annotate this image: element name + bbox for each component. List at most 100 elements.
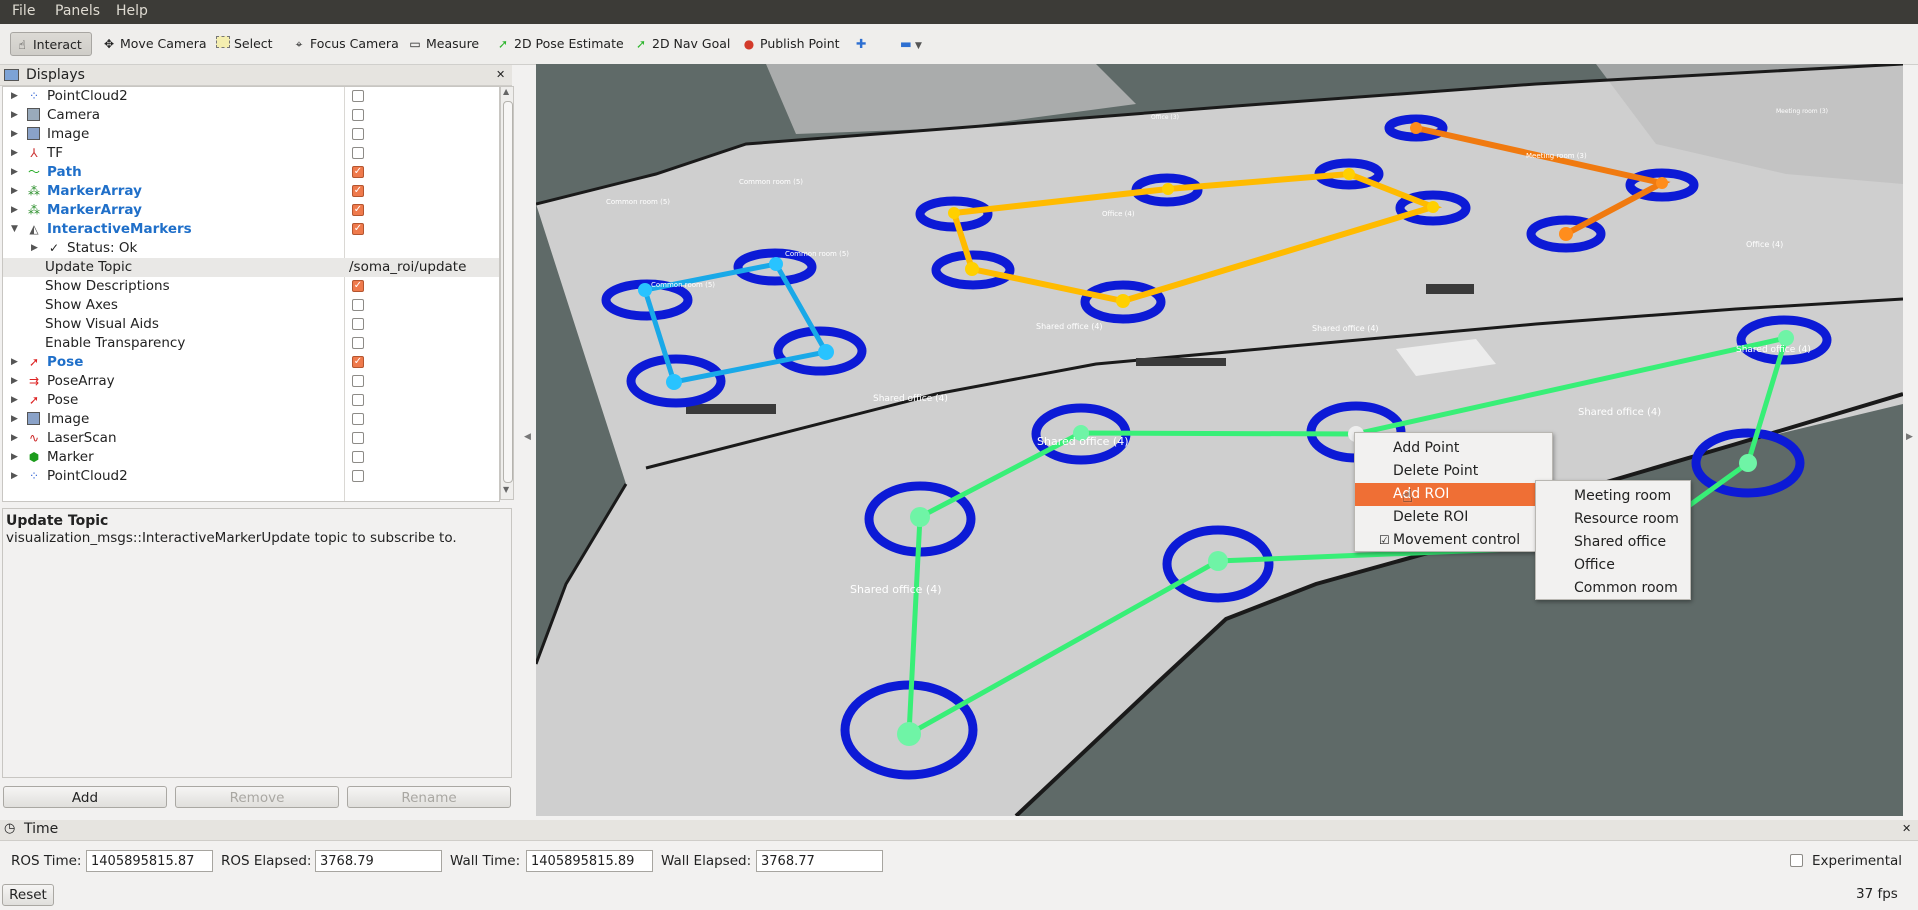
expand-arrow-icon[interactable]: ▶: [11, 410, 19, 429]
expand-arrow-icon[interactable]: ▶: [11, 163, 19, 182]
expand-arrow-icon[interactable]: ▶: [11, 372, 19, 391]
displays-scrollbar[interactable]: ▲ ▼: [500, 86, 514, 500]
focus-camera-tool-button[interactable]: ⌖ Focus Camera: [288, 32, 403, 56]
map-label: Shared office (4): [873, 394, 948, 404]
display-row-image[interactable]: ▶ Image: [3, 125, 499, 144]
submenu-item-meeting-room[interactable]: Meeting room: [1536, 485, 1690, 508]
node: [897, 722, 921, 746]
expand-arrow-icon[interactable]: ▶: [11, 106, 19, 125]
menu-item-add-roi[interactable]: Add ROI ▶: [1355, 483, 1552, 506]
interact-tool-button[interactable]: ☝ Interact: [10, 32, 92, 56]
enable-transparency-checkbox[interactable]: [352, 337, 364, 349]
menu-help[interactable]: Help: [116, 3, 148, 19]
submenu-item-office[interactable]: Office: [1536, 554, 1690, 577]
enable-checkbox[interactable]: [352, 394, 364, 406]
menu-item-movement-control[interactable]: ☑ Movement control: [1355, 529, 1552, 552]
enable-checkbox[interactable]: [352, 470, 364, 482]
expand-arrow-icon[interactable]: ▶: [11, 448, 19, 467]
scrollbar-thumb[interactable]: [503, 101, 513, 483]
enable-checkbox[interactable]: [352, 451, 364, 463]
right-collapse-handle[interactable]: ▶: [1906, 432, 1913, 442]
close-icon[interactable]: ✕: [1902, 822, 1911, 835]
property-row-show-axes[interactable]: Show Axes: [3, 296, 499, 315]
wall-time-field[interactable]: 1405895815.89: [526, 850, 653, 872]
display-row-markerarray[interactable]: ▶ ⁂ MarkerArray ✓: [3, 201, 499, 220]
3d-viewport[interactable]: Shared office (4) Shared office (4) Shar…: [536, 64, 1903, 816]
enable-checkbox[interactable]: [352, 375, 364, 387]
remove-display-button[interactable]: Remove: [175, 786, 339, 808]
menu-item-add-point[interactable]: Add Point: [1355, 437, 1552, 460]
enable-checkbox[interactable]: ✓: [352, 185, 364, 197]
show-visual-aids-checkbox[interactable]: [352, 318, 364, 330]
menu-item-delete-roi[interactable]: Delete ROI: [1355, 506, 1552, 529]
collapse-arrow-icon[interactable]: ▼: [11, 220, 19, 239]
publish-point-tool-button[interactable]: ● Publish Point: [738, 32, 844, 56]
property-row-update-topic[interactable]: Update Topic /soma_roi/update: [3, 258, 499, 277]
add-display-button[interactable]: Add: [3, 786, 167, 808]
expand-arrow-icon[interactable]: ▶: [11, 201, 19, 220]
property-row-enable-transparency[interactable]: Enable Transparency: [3, 334, 499, 353]
display-row-posearray[interactable]: ▶ ⇉ PoseArray: [3, 372, 499, 391]
wall-elapsed-field[interactable]: 3768.77: [756, 850, 883, 872]
enable-checkbox[interactable]: [352, 109, 364, 121]
display-row-status[interactable]: ▶ ✓ Status: Ok: [3, 239, 499, 258]
enable-checkbox[interactable]: ✓: [352, 223, 364, 235]
menu-item-delete-point[interactable]: Delete Point: [1355, 460, 1552, 483]
remove-tool-dropdown[interactable]: ▬ ▼: [896, 32, 926, 56]
property-row-show-visual-aids[interactable]: Show Visual Aids: [3, 315, 499, 334]
ros-elapsed-field[interactable]: 3768.79: [315, 850, 442, 872]
display-row-pointcloud2[interactable]: ▶ ⁘ PointCloud2: [3, 467, 499, 486]
reset-button[interactable]: Reset: [2, 884, 54, 906]
measure-tool-button[interactable]: ▭ Measure: [404, 32, 483, 56]
menu-panels[interactable]: Panels: [55, 3, 100, 19]
expand-arrow-icon[interactable]: ▶: [11, 125, 19, 144]
display-row-tf[interactable]: ▶ ⅄ TF: [3, 144, 499, 163]
enable-checkbox[interactable]: [352, 147, 364, 159]
select-tool-button[interactable]: Select: [212, 32, 277, 56]
display-row-interactivemarkers[interactable]: ▼ ◭ InteractiveMarkers ✓: [3, 220, 499, 239]
enable-checkbox[interactable]: [352, 432, 364, 444]
expand-arrow-icon[interactable]: ▶: [31, 239, 39, 258]
display-row-pose[interactable]: ▶ ➚ Pose ✓: [3, 353, 499, 372]
left-collapse-handle[interactable]: ◀: [524, 432, 531, 442]
expand-arrow-icon[interactable]: ▶: [11, 467, 19, 486]
enable-checkbox[interactable]: [352, 128, 364, 140]
show-axes-checkbox[interactable]: [352, 299, 364, 311]
pose-estimate-tool-button[interactable]: ➚ 2D Pose Estimate: [492, 32, 628, 56]
property-row-show-descriptions[interactable]: Show Descriptions ✓: [3, 277, 499, 296]
scroll-down-icon[interactable]: ▼: [503, 485, 509, 494]
close-icon[interactable]: ✕: [496, 65, 505, 85]
move-camera-tool-button[interactable]: ✥ Move Camera: [98, 32, 211, 56]
submenu-item-resource-room[interactable]: Resource room: [1536, 508, 1690, 531]
show-descriptions-checkbox[interactable]: ✓: [352, 280, 364, 292]
display-row-pointcloud2[interactable]: ▶ ⁘ PointCloud2: [3, 87, 499, 106]
enable-checkbox[interactable]: [352, 90, 364, 102]
expand-arrow-icon[interactable]: ▶: [11, 391, 19, 410]
submenu-item-shared-office[interactable]: Shared office: [1536, 531, 1690, 554]
display-row-pose[interactable]: ▶ ➚ Pose: [3, 391, 499, 410]
expand-arrow-icon[interactable]: ▶: [11, 87, 19, 106]
enable-checkbox[interactable]: ✓: [352, 356, 364, 368]
experimental-checkbox[interactable]: [1790, 854, 1803, 867]
display-row-markerarray[interactable]: ▶ ⁂ MarkerArray ✓: [3, 182, 499, 201]
display-row-path[interactable]: ▶ 〜 Path ✓: [3, 163, 499, 182]
update-topic-value[interactable]: /soma_roi/update: [349, 258, 466, 277]
scroll-up-icon[interactable]: ▲: [503, 87, 509, 96]
nav-goal-tool-button[interactable]: ➚ 2D Nav Goal: [630, 32, 734, 56]
expand-arrow-icon[interactable]: ▶: [11, 182, 19, 201]
expand-arrow-icon[interactable]: ▶: [11, 353, 19, 372]
rename-display-button[interactable]: Rename: [347, 786, 511, 808]
display-row-image[interactable]: ▶ Image: [3, 410, 499, 429]
menu-file[interactable]: File: [12, 3, 35, 19]
display-row-camera[interactable]: ▶ Camera: [3, 106, 499, 125]
expand-arrow-icon[interactable]: ▶: [11, 144, 19, 163]
display-row-laserscan[interactable]: ▶ ∿ LaserScan: [3, 429, 499, 448]
expand-arrow-icon[interactable]: ▶: [11, 429, 19, 448]
ros-time-field[interactable]: 1405895815.87: [86, 850, 213, 872]
enable-checkbox[interactable]: ✓: [352, 166, 364, 178]
enable-checkbox[interactable]: ✓: [352, 204, 364, 216]
display-row-marker[interactable]: ▶ ⬢ Marker: [3, 448, 499, 467]
add-tool-button[interactable]: ✚: [852, 32, 870, 56]
submenu-item-common-room[interactable]: Common room: [1536, 577, 1690, 600]
enable-checkbox[interactable]: [352, 413, 364, 425]
